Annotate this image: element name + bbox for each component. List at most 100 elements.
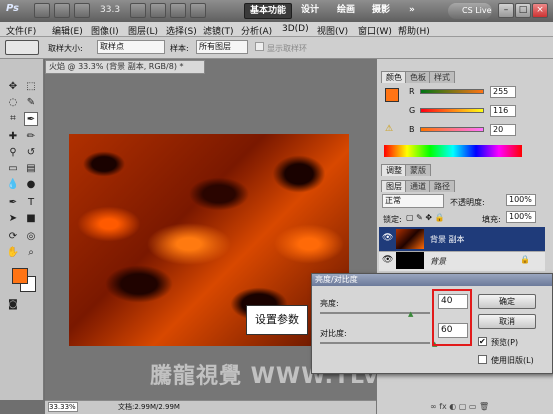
color-panel-fg-swatch[interactable] xyxy=(385,88,399,102)
brush-tool-icon[interactable]: ✏ xyxy=(24,130,38,144)
quick-mask-icon[interactable]: ◙ xyxy=(6,298,20,312)
layer-thumbnail xyxy=(396,229,424,249)
3d-orbit-icon[interactable]: ◎ xyxy=(24,230,38,244)
g-slider[interactable] xyxy=(420,108,484,113)
menu-3d[interactable]: 3D(D) xyxy=(282,24,309,34)
fill-value[interactable]: 100% xyxy=(506,211,536,223)
g-label: G xyxy=(409,106,416,115)
menu-image[interactable]: 图像(I) xyxy=(91,24,119,37)
contrast-slider-track[interactable] xyxy=(320,342,430,344)
tab-channels[interactable]: 通道 xyxy=(405,180,431,192)
bridge-icon[interactable] xyxy=(34,3,50,18)
zoom-tool-icon[interactable]: ⌕ xyxy=(24,246,38,260)
r-value[interactable]: 255 xyxy=(490,86,516,98)
3d-rotate-icon[interactable]: ⟳ xyxy=(6,230,20,244)
workspace-essentials[interactable]: 基本功能 xyxy=(244,3,293,19)
foreground-color-front xyxy=(12,268,28,284)
preview-label: 预览(P) xyxy=(491,338,519,347)
blur-tool-icon[interactable]: 💧 xyxy=(6,178,20,192)
menu-edit[interactable]: 编辑(E) xyxy=(52,24,83,37)
workspace-more[interactable]: » xyxy=(404,3,420,19)
blend-mode-select[interactable]: 正常 xyxy=(382,194,444,208)
lasso-tool-icon[interactable]: ◌ xyxy=(6,96,20,110)
opacity-value[interactable]: 100% xyxy=(506,194,536,206)
cancel-button[interactable]: 取消 xyxy=(478,314,536,329)
arrange-documents-icon[interactable] xyxy=(170,3,186,18)
status-bar xyxy=(45,400,376,414)
screen-mode-icon[interactable] xyxy=(190,3,206,18)
type-tool-icon[interactable]: T xyxy=(24,196,38,210)
mini-bridge-icon[interactable] xyxy=(54,3,70,18)
preview-checkbox[interactable]: ✔ xyxy=(478,337,487,346)
tab-styles[interactable]: 样式 xyxy=(429,71,455,83)
document-tab[interactable]: 火焰 @ 33.3% (背景 副本, RGB/8) * xyxy=(45,60,205,74)
b-slider[interactable] xyxy=(420,127,484,132)
layer-name-background[interactable]: 背景 xyxy=(430,256,446,267)
menu-view[interactable]: 视图(V) xyxy=(317,24,348,37)
brightness-slider-handle[interactable]: ▲ xyxy=(408,310,413,318)
zoom-status[interactable]: 33.33% xyxy=(48,402,78,412)
menu-layer[interactable]: 图层(L) xyxy=(128,24,158,37)
sample-select[interactable]: 所有图层 xyxy=(196,40,248,54)
crop-tool-icon[interactable]: ⌗ xyxy=(6,112,20,126)
close-button[interactable]: × xyxy=(532,3,548,18)
path-select-icon[interactable]: ➤ xyxy=(6,212,20,226)
shape-tool-icon[interactable]: ■ xyxy=(24,212,38,226)
clone-stamp-icon[interactable]: ⚲ xyxy=(6,146,20,160)
dodge-tool-icon[interactable]: ● xyxy=(24,178,38,192)
sample-size-select[interactable]: 取样点 xyxy=(97,40,165,54)
menu-window[interactable]: 窗口(W) xyxy=(358,24,392,37)
workspace-design[interactable]: 设计 xyxy=(296,3,324,19)
healing-brush-icon[interactable]: ✚ xyxy=(6,130,20,144)
lock-icon: 🔒 xyxy=(520,255,530,264)
r-slider[interactable] xyxy=(420,89,484,94)
menu-select[interactable]: 选择(S) xyxy=(166,24,197,37)
tab-layers[interactable]: 图层 xyxy=(381,180,407,192)
legacy-checkbox[interactable] xyxy=(478,355,487,364)
hand-tool-icon[interactable] xyxy=(130,3,146,18)
maximize-button[interactable]: □ xyxy=(515,3,531,18)
cs-live-button[interactable]: CS Live xyxy=(448,3,492,19)
gradient-tool-icon[interactable]: ▤ xyxy=(24,162,38,176)
hand-tool-icon[interactable]: ✋ xyxy=(6,246,20,260)
menu-file[interactable]: 文件(F) xyxy=(6,24,36,37)
eye-icon[interactable]: 👁 xyxy=(382,255,393,265)
show-ring-checkbox[interactable] xyxy=(255,42,264,51)
tab-color[interactable]: 颜色 xyxy=(381,71,407,83)
tab-paths[interactable]: 路径 xyxy=(429,180,455,192)
view-extras-icon[interactable] xyxy=(74,3,90,18)
zoom-tool-icon[interactable] xyxy=(150,3,166,18)
quick-select-icon[interactable]: ✎ xyxy=(24,96,38,110)
marquee-tool-icon[interactable]: ⬚ xyxy=(24,80,38,94)
eyedropper-tool-icon[interactable]: ✒ xyxy=(24,112,38,126)
sample-size-label: 取样大小: xyxy=(48,44,83,53)
color-spectrum-bar[interactable] xyxy=(384,145,522,157)
brightness-slider-track[interactable] xyxy=(320,312,430,314)
pen-tool-icon[interactable]: ✒ xyxy=(6,196,20,210)
g-value[interactable]: 116 xyxy=(490,105,516,117)
tab-adjustments[interactable]: 调整 xyxy=(381,164,407,176)
history-brush-icon[interactable]: ↺ xyxy=(24,146,38,160)
layer-name-copy[interactable]: 背景 副本 xyxy=(430,234,465,245)
workspace-painting[interactable]: 绘画 xyxy=(332,3,360,19)
highlight-box xyxy=(432,289,472,346)
zoom-level[interactable]: 33.3 xyxy=(100,5,120,15)
tab-masks[interactable]: 蒙版 xyxy=(405,164,431,176)
tab-swatches[interactable]: 色板 xyxy=(405,71,431,83)
menu-help[interactable]: 帮助(H) xyxy=(398,24,430,37)
b-value[interactable]: 20 xyxy=(490,124,516,136)
menu-analysis[interactable]: 分析(A) xyxy=(241,24,272,37)
eraser-tool-icon[interactable]: ▭ xyxy=(6,162,20,176)
brightness-label: 亮度: xyxy=(320,299,339,308)
menu-filter[interactable]: 滤镜(T) xyxy=(203,24,234,37)
eyedropper-preset-icon[interactable] xyxy=(5,40,39,55)
workspace-photography[interactable]: 摄影 xyxy=(367,3,395,19)
legacy-label: 使用旧版(L) xyxy=(491,356,534,365)
layer-footer-icons[interactable]: ∞ fx ◐ ▢ ▭ 🗑 xyxy=(430,402,489,411)
ok-button[interactable]: 确定 xyxy=(478,294,536,309)
eye-icon[interactable]: 👁 xyxy=(382,233,393,243)
minimize-button[interactable]: – xyxy=(498,3,514,18)
lock-label: 锁定: xyxy=(383,215,402,224)
lock-icons[interactable]: ▢ ✎ ✥ 🔒 xyxy=(406,213,445,222)
move-tool-icon[interactable]: ✥ xyxy=(6,80,20,94)
